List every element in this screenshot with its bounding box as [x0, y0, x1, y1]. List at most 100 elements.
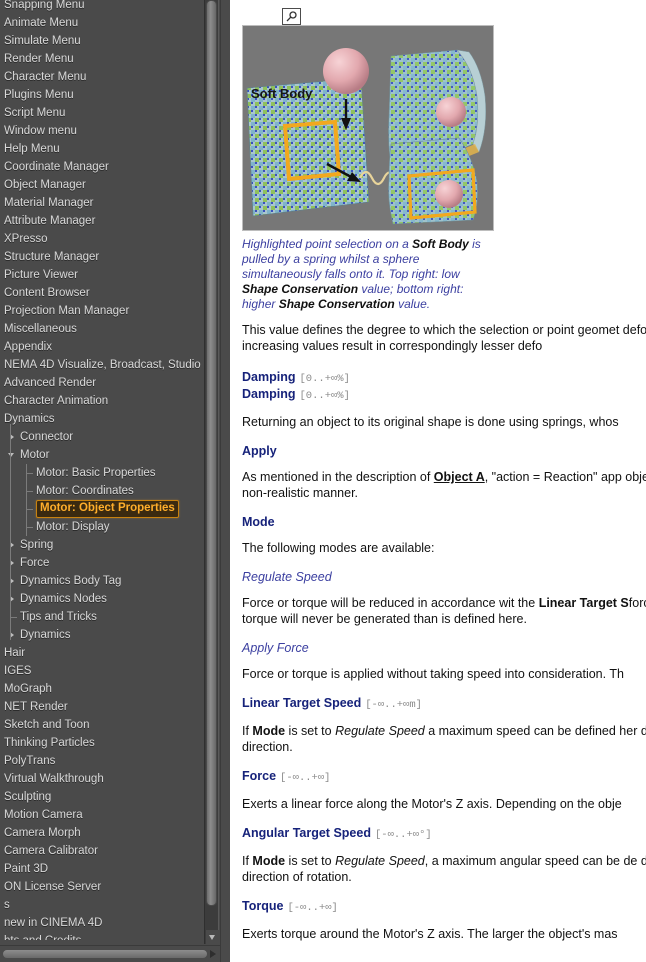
heading-apply: Apply — [242, 444, 277, 458]
tree-item-character-animation[interactable]: Character Animation — [0, 392, 206, 410]
ats-part2: is set to — [285, 854, 336, 868]
heading-linear-target-speed: Linear Target Speed [-∞..+∞m] — [242, 696, 646, 713]
soft-body-illustration: Soft Body — [242, 25, 494, 231]
tree-branch-line-icon — [24, 482, 34, 500]
ats-part1: If — [242, 854, 253, 868]
tree-item-mograph[interactable]: MoGraph — [0, 680, 206, 698]
tree-item-iges[interactable]: IGES — [0, 662, 206, 680]
tree-item-camera-calibrator[interactable]: Camera Calibrator — [0, 842, 206, 860]
tree-item-animate-menu[interactable]: Animate Menu — [0, 14, 206, 32]
tree-item-paint-3d[interactable]: Paint 3D — [0, 860, 206, 878]
heading-angular-target-speed-title: Angular Target Speed — [242, 826, 371, 840]
tree-item-label: Motor: Object Properties — [36, 500, 179, 518]
tree-item-appendix[interactable]: Appendix — [0, 338, 206, 356]
tree-item-label: Sketch and Toon — [4, 719, 90, 731]
tree-item-motor[interactable]: Motor — [0, 446, 206, 464]
tree-item-connector[interactable]: Connector — [0, 428, 206, 446]
tree-branch-line-icon — [24, 464, 34, 482]
tree-item-tips-and-tricks[interactable]: Tips and Tricks — [0, 608, 206, 626]
tree-item-window-menu[interactable]: Window menu — [0, 122, 206, 140]
tree-item-material-manager[interactable]: Material Manager — [0, 194, 206, 212]
sidebar-horizontal-scrollbar-thumb[interactable] — [2, 949, 208, 959]
tree-item-net-render[interactable]: NET Render — [0, 698, 206, 716]
tree-item-coordinate-manager[interactable]: Coordinate Manager — [0, 158, 206, 176]
lts-part2: is set to — [285, 724, 336, 738]
tree-item-label: new in CINEMA 4D — [4, 917, 103, 929]
tree-list[interactable]: Snapping Menu Animate Menu Simulate Menu Re… — [0, 0, 206, 940]
tree-item-miscellaneous[interactable]: Miscellaneous — [0, 320, 206, 338]
tree-item-virtual-walkthrough[interactable]: Virtual Walkthrough — [0, 770, 206, 788]
tree-item-label: NET Render — [4, 701, 68, 713]
link-object-a[interactable]: Object A — [434, 470, 485, 484]
tree-item-attribute-manager[interactable]: Attribute Manager — [0, 212, 206, 230]
tree-item-thinking-particles[interactable]: Thinking Particles — [0, 734, 206, 752]
tree-item-dynamics-nodes[interactable]: Dynamics Nodes — [0, 590, 206, 608]
tree-item-label: Structure Manager — [4, 251, 100, 263]
tree-item-dynamics[interactable]: Dynamics — [0, 626, 206, 644]
tree-item-label: Dynamics Nodes — [20, 593, 107, 605]
tree-item-dynamics[interactable]: Dynamics — [0, 410, 206, 428]
tree-item-hts-and-credits[interactable]: hts and Credits — [0, 932, 206, 940]
tree-item-plugins-menu[interactable]: Plugins Menu — [0, 86, 206, 104]
tree-item-script-menu[interactable]: Script Menu — [0, 104, 206, 122]
paragraph-apply-force: Force or torque is applied without takin… — [242, 667, 624, 681]
tree-item-dynamics-body-tag[interactable]: Dynamics Body Tag — [0, 572, 206, 590]
tree-item-new-in-cinema-4d[interactable]: new in CINEMA 4D — [0, 914, 206, 932]
sidebar-horizontal-scrollbar[interactable] — [0, 945, 222, 962]
magnifier-icon[interactable] — [282, 8, 301, 25]
heading-damping-1-title: Damping — [242, 370, 296, 384]
heading-damping-2-title: Damping — [242, 387, 296, 401]
clipped-text-top — [238, 0, 646, 8]
lts-part1: If — [242, 724, 253, 738]
tree-branch-line-icon — [24, 518, 34, 536]
tree-item-advanced-render[interactable]: Advanced Render — [0, 374, 206, 392]
sidebar-vertical-scrollbar[interactable] — [204, 0, 219, 944]
tree-item-nema-4d-visualize-broadcast-studio[interactable]: NEMA 4D Visualize, Broadcast, Studio — [0, 356, 206, 374]
tree-item-spring[interactable]: Spring — [0, 536, 206, 554]
tree-item-label: MoGraph — [4, 683, 52, 695]
scroll-down-arrow-icon[interactable] — [206, 930, 219, 944]
tree-item-help-menu[interactable]: Help Menu — [0, 140, 206, 158]
heading-force-title: Force — [242, 769, 277, 783]
tree-item-label: Dynamics Body Tag — [20, 575, 122, 587]
document-content-pane[interactable]: Soft Body Highlighted point selection on… — [230, 0, 646, 962]
sidebar-navigation-tree[interactable]: Snapping Menu Animate Menu Simulate Menu Re… — [0, 0, 230, 962]
caption-part1: Highlighted point selection on a — [242, 237, 413, 251]
tree-item-motor-display[interactable]: Motor: Display — [0, 518, 206, 536]
tree-item-camera-morph[interactable]: Camera Morph — [0, 824, 206, 842]
tree-item-on-license-server[interactable]: ON License Server — [0, 878, 206, 896]
tree-item-hair[interactable]: Hair — [0, 644, 206, 662]
sidebar-vertical-scrollbar-thumb[interactable] — [206, 0, 217, 906]
tree-item-structure-manager[interactable]: Structure Manager — [0, 248, 206, 266]
tree-item-polytrans[interactable]: PolyTrans — [0, 752, 206, 770]
tree-item-xpresso[interactable]: XPresso — [0, 230, 206, 248]
tree-item-character-menu[interactable]: Character Menu — [0, 68, 206, 86]
tree-item-render-menu[interactable]: Render Menu — [0, 50, 206, 68]
tree-item-simulate-menu[interactable]: Simulate Menu — [0, 32, 206, 50]
caption-bold3: Shape Conservation — [278, 297, 395, 311]
paragraph-apply: As mentioned in the description of Objec… — [242, 469, 646, 501]
paragraph-apply-part1: As mentioned in the description of — [242, 470, 434, 484]
subheading-apply-force: Apply Force — [242, 641, 309, 655]
scroll-right-arrow-icon[interactable] — [206, 948, 218, 960]
tree-item-motor-basic-properties[interactable]: Motor: Basic Properties — [0, 464, 206, 482]
tree-item-motion-camera[interactable]: Motion Camera — [0, 806, 206, 824]
paragraph-regulate-part1: Force or torque will be reduced in accor… — [242, 596, 539, 610]
tree-item-motor-object-properties[interactable]: Motor: Object Properties — [0, 500, 206, 518]
tree-item-label: Appendix — [4, 341, 52, 353]
tree-item-projection-man-manager[interactable]: Projection Man Manager — [0, 302, 206, 320]
tree-item-picture-viewer[interactable]: Picture Viewer — [0, 266, 206, 284]
paragraph-torque: Exerts torque around the Motor's Z axis.… — [242, 927, 618, 941]
tree-item-label: Picture Viewer — [4, 269, 78, 281]
tree-item-object-manager[interactable]: Object Manager — [0, 176, 206, 194]
tree-item-s[interactable]: s — [0, 896, 206, 914]
tree-item-snapping-menu[interactable]: Snapping Menu — [0, 0, 206, 14]
tree-item-motor-coordinates[interactable]: Motor: Coordinates — [0, 482, 206, 500]
tree-item-force[interactable]: Force — [0, 554, 206, 572]
tree-item-content-browser[interactable]: Content Browser — [0, 284, 206, 302]
tree-item-sculpting[interactable]: Sculpting — [0, 788, 206, 806]
caption-part4: value. — [394, 297, 431, 311]
heading-damping-1-range: [0..+∞%] — [299, 373, 350, 385]
tree-item-sketch-and-toon[interactable]: Sketch and Toon — [0, 716, 206, 734]
paragraph-linear-target-speed: If Mode is set to Regulate Speed a maxim… — [242, 723, 646, 755]
